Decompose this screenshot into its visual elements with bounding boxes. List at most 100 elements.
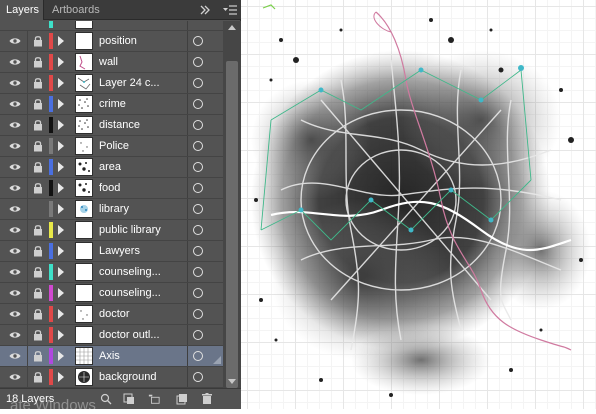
layer-name[interactable]: position <box>99 31 185 51</box>
lock-toggle[interactable] <box>27 31 48 51</box>
scrollbar-thumb[interactable] <box>226 61 238 388</box>
layer-name[interactable]: Police <box>99 136 185 156</box>
layer-row[interactable]: wall <box>0 52 223 73</box>
visibility-toggle[interactable] <box>4 115 26 135</box>
disclosure-triangle-icon[interactable] <box>58 225 64 235</box>
disclosure-triangle-icon[interactable] <box>58 351 64 361</box>
scroll-down-icon[interactable] <box>228 379 236 384</box>
visibility-toggle[interactable] <box>4 199 26 219</box>
disclosure-triangle-icon[interactable] <box>58 246 64 256</box>
layer-name[interactable]: distance <box>99 115 185 135</box>
layer-row[interactable]: area <box>0 157 223 178</box>
lock-toggle[interactable] <box>27 241 48 261</box>
make-clipping-mask-icon[interactable] <box>123 393 135 405</box>
lock-toggle[interactable] <box>27 136 48 156</box>
visibility-toggle[interactable] <box>4 367 26 387</box>
layer-row[interactable]: counseling... <box>0 283 223 304</box>
visibility-toggle[interactable] <box>4 325 26 345</box>
layer-row[interactable]: counseling... <box>0 262 223 283</box>
layer-row[interactable]: crime <box>0 94 223 115</box>
layer-row[interactable]: Axis <box>0 346 223 367</box>
layer-row[interactable]: library <box>0 199 223 220</box>
disclosure-triangle-icon[interactable] <box>58 183 64 193</box>
disclosure-triangle-icon[interactable] <box>58 330 64 340</box>
disclosure-triangle-icon[interactable] <box>58 36 64 46</box>
target-circle-icon[interactable] <box>193 183 203 193</box>
artboard-canvas[interactable] <box>241 0 596 409</box>
target-circle-icon[interactable] <box>193 57 203 67</box>
layer-name[interactable]: Layer 24 c... <box>99 73 185 93</box>
layer-row[interactable]: Layer 24 c... <box>0 73 223 94</box>
visibility-toggle[interactable] <box>4 73 26 93</box>
scroll-up-icon[interactable] <box>228 25 236 30</box>
layer-name[interactable]: library <box>99 199 185 219</box>
layer-name[interactable]: Lawyers <box>99 241 185 261</box>
layer-name[interactable]: doctor outl... <box>99 325 185 345</box>
lock-toggle[interactable] <box>27 52 48 72</box>
lock-toggle[interactable] <box>27 157 48 177</box>
lock-toggle[interactable] <box>27 346 48 366</box>
visibility-toggle[interactable] <box>4 178 26 198</box>
disclosure-triangle-icon[interactable] <box>58 120 64 130</box>
layer-name[interactable]: public library <box>99 220 185 240</box>
visibility-toggle[interactable] <box>4 157 26 177</box>
target-circle-icon[interactable] <box>193 36 203 46</box>
tab-layers[interactable]: Layers <box>0 0 44 20</box>
lock-toggle[interactable] <box>27 73 48 93</box>
disclosure-triangle-icon[interactable] <box>58 288 64 298</box>
trash-icon[interactable] <box>201 393 213 405</box>
visibility-toggle[interactable] <box>4 52 26 72</box>
disclosure-triangle-icon[interactable] <box>58 204 64 214</box>
target-circle-icon[interactable] <box>193 288 203 298</box>
disclosure-triangle-icon[interactable] <box>58 309 64 319</box>
lock-toggle[interactable] <box>27 262 48 282</box>
target-circle-icon[interactable] <box>193 204 203 214</box>
visibility-toggle[interactable] <box>4 304 26 324</box>
layer-name[interactable]: wall <box>99 52 185 72</box>
layer-row[interactable]: public library <box>0 220 223 241</box>
target-circle-icon[interactable] <box>193 120 203 130</box>
target-circle-icon[interactable] <box>193 309 203 319</box>
visibility-toggle[interactable] <box>4 94 26 114</box>
disclosure-triangle-icon[interactable] <box>58 78 64 88</box>
visibility-toggle[interactable] <box>4 262 26 282</box>
lock-toggle[interactable] <box>27 304 48 324</box>
target-circle-icon[interactable] <box>193 141 203 151</box>
layer-name[interactable]: counseling... <box>99 262 185 282</box>
target-circle-icon[interactable] <box>193 162 203 172</box>
double-chevron-icon[interactable] <box>198 3 212 17</box>
locate-object-icon[interactable] <box>100 393 112 405</box>
disclosure-triangle-icon[interactable] <box>58 372 64 382</box>
visibility-toggle[interactable] <box>4 346 26 366</box>
layer-name[interactable]: food <box>99 178 185 198</box>
layer-name[interactable]: crime <box>99 94 185 114</box>
visibility-toggle[interactable] <box>4 136 26 156</box>
disclosure-triangle-icon[interactable] <box>58 162 64 172</box>
target-circle-icon[interactable] <box>193 351 203 361</box>
panel-menu-icon[interactable] <box>222 3 238 17</box>
layer-row[interactable]: background <box>0 367 223 388</box>
new-layer-icon[interactable] <box>176 393 188 405</box>
lock-toggle[interactable] <box>27 220 48 240</box>
target-circle-icon[interactable] <box>193 225 203 235</box>
layer-row[interactable]: distance <box>0 115 223 136</box>
lock-toggle[interactable] <box>27 199 48 219</box>
target-circle-icon[interactable] <box>193 372 203 382</box>
layer-name[interactable]: area <box>99 157 185 177</box>
lock-toggle[interactable] <box>27 178 48 198</box>
target-circle-icon[interactable] <box>193 78 203 88</box>
lock-toggle[interactable] <box>27 325 48 345</box>
layer-row[interactable]: doctor outl... <box>0 325 223 346</box>
disclosure-triangle-icon[interactable] <box>58 57 64 67</box>
new-sublayer-icon[interactable] <box>148 393 160 405</box>
visibility-toggle[interactable] <box>4 241 26 261</box>
visibility-toggle[interactable] <box>4 283 26 303</box>
layer-name[interactable]: background <box>99 367 185 387</box>
disclosure-triangle-icon[interactable] <box>58 99 64 109</box>
disclosure-triangle-icon[interactable] <box>58 141 64 151</box>
lock-toggle[interactable] <box>27 94 48 114</box>
lock-toggle[interactable] <box>27 115 48 135</box>
lock-toggle[interactable] <box>27 283 48 303</box>
layer-name[interactable]: Axis <box>99 346 185 366</box>
lock-toggle[interactable] <box>27 367 48 387</box>
